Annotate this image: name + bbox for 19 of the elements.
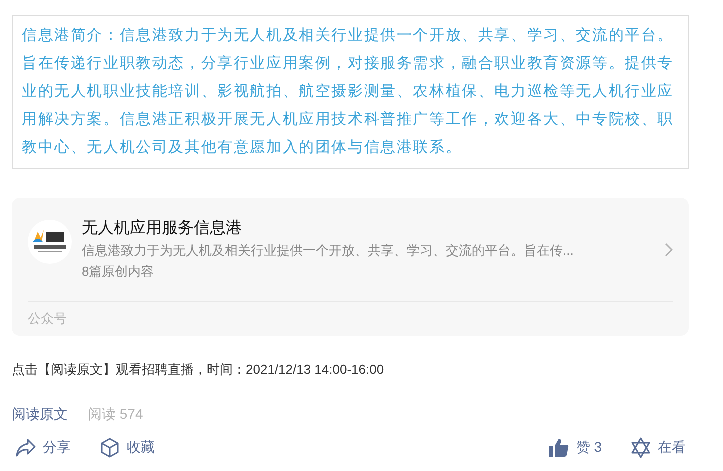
original-count: 8篇原创内容 bbox=[82, 263, 156, 281]
star-of-david-icon bbox=[630, 437, 652, 459]
like-button[interactable]: 赞 3 bbox=[545, 437, 605, 459]
account-type-label: 公众号 bbox=[28, 311, 67, 326]
account-description: 信息港致力于为无人机及相关行业提供一个开放、共享、学习、交流的平台。旨在传... bbox=[82, 242, 575, 260]
wow-button[interactable]: 在看 bbox=[627, 437, 689, 459]
account-card[interactable]: 无人机应用服务信息港 信息港致力于为无人机及相关行业提供一个开放、共享、学习、交流的平台。旨在传... 8篇原创内容 公众号 bbox=[12, 198, 689, 336]
read-original-link[interactable]: 阅读原文 bbox=[12, 404, 68, 424]
notice-text: 点击【阅读原文】观看招聘直播，时间：2021/12/13 14:00-16:00 bbox=[12, 361, 386, 379]
intro-paragraph: 信息港简介：信息港致力于为无人机及相关行业提供一个开放、共享、学习、交流的平台。旨在传递行业职教动态，分享行业应用案例，对接服务需求，融合职业教育资源等。提供专业的无人机职业技能培训、影视航拍、航空摄影测量、农林植保、电力巡检等无人机行业应用解决方案。信息港正积极开展无人机应用技术科普推广等工作，欢迎各大、中专院校、职教中心、无人机公司及其他有意愿加入的团体与信息港联系。 bbox=[22, 26, 675, 158]
share-icon bbox=[15, 438, 37, 458]
account-name: 无人机应用服务信息港 bbox=[82, 218, 243, 239]
cube-icon bbox=[99, 437, 121, 459]
read-count: 阅读 574 bbox=[88, 405, 144, 424]
logo-icon bbox=[28, 220, 72, 264]
collect-button[interactable]: 收藏 bbox=[96, 437, 158, 459]
chevron-right-icon bbox=[665, 243, 673, 257]
thumbs-up-icon bbox=[548, 437, 570, 459]
share-button[interactable]: 分享 bbox=[12, 437, 74, 459]
